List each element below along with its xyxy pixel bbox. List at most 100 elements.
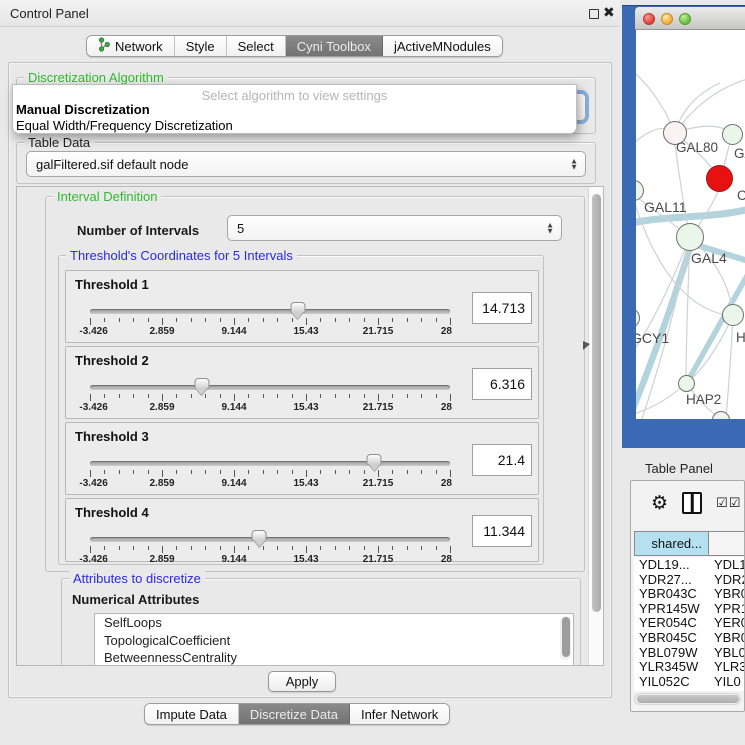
control-panel-title: Control Panel	[10, 6, 89, 21]
threshold-3-slider[interactable]	[90, 461, 450, 466]
number-of-intervals-value: 5	[237, 221, 244, 236]
table-data-combobox-value: galFiltered.sif default node	[36, 157, 188, 172]
columns-icon[interactable]	[682, 492, 702, 514]
number-of-intervals-combobox[interactable]: 5 ▲▼	[227, 215, 562, 241]
table-panel: ⚙ ☑☑ shared... na YDL19...YDL1 YDR27...Y…	[630, 480, 745, 712]
threshold-3-label: Threshold 3	[75, 429, 149, 444]
column-header-shared[interactable]: shared...	[634, 531, 709, 556]
tab-style[interactable]: Style	[175, 36, 227, 56]
threshold-1-panel: Threshold 1 -3.4262.8599.14415.4321.7152…	[65, 270, 539, 343]
slider-tick-labels: -3.4262.8599.14415.4321.71528	[90, 402, 450, 414]
tab-discretize-data[interactable]: Discretize Data	[239, 704, 350, 724]
slider-thumb[interactable]	[290, 302, 305, 313]
gear-icon[interactable]: ⚙	[651, 494, 668, 513]
slider-thumb[interactable]	[194, 378, 209, 389]
table-data-group-title: Table Data	[24, 135, 94, 150]
network-window-titlebar[interactable]	[635, 7, 745, 30]
threshold-2-value-field[interactable]: 6.316	[472, 368, 532, 400]
threshold-1-value-field[interactable]: 14.713	[472, 292, 532, 324]
threshold-2-slider[interactable]	[90, 385, 450, 390]
threshold-1-label: Threshold 1	[75, 277, 149, 292]
table-panel-toolbar: ⚙ ☑☑	[631, 481, 744, 525]
node-label: C	[737, 188, 745, 203]
threshold-4-slider[interactable]	[90, 537, 450, 542]
close-traffic-light-icon[interactable]	[643, 13, 655, 25]
table-row[interactable]: YBL079WYBL0	[634, 645, 744, 660]
threshold-1-slider[interactable]	[90, 309, 450, 314]
horizontal-scrollbar[interactable]	[634, 693, 741, 705]
list-scrollbar[interactable]	[560, 616, 571, 660]
slider-thumb[interactable]	[252, 530, 267, 541]
attributes-group: Attributes to discretize Numerical Attri…	[61, 578, 581, 666]
network-node[interactable]	[722, 124, 743, 145]
tab-infer-network[interactable]: Infer Network	[350, 704, 449, 724]
column-header-name[interactable]: na	[709, 531, 745, 556]
numerical-attributes-heading: Numerical Attributes	[72, 592, 199, 607]
slider-ruler	[90, 470, 450, 478]
tab-network[interactable]: Network	[87, 36, 175, 56]
table-row[interactable]: YDL19...YDL1	[634, 557, 744, 572]
dropdown-item-manual-discretization[interactable]: Manual Discretization	[16, 102, 150, 117]
combo-arrows-icon: ▲▼	[546, 223, 554, 234]
tab-select[interactable]: Select	[227, 36, 286, 56]
slider-ruler	[90, 318, 450, 326]
dropdown-item-equal-width-frequency[interactable]: Equal Width/Frequency Discretization	[16, 118, 233, 133]
network-node-selected[interactable]	[706, 165, 733, 192]
table-panel-title: Table Panel	[645, 461, 713, 476]
table-row[interactable]: YDR27...YDR2	[634, 572, 744, 587]
list-item[interactable]: SelfLoops	[95, 614, 573, 632]
top-tab-bar: Network Style Select Cyni Toolbox jActiv…	[86, 35, 503, 57]
threshold-2-label: Threshold 2	[75, 353, 149, 368]
table-data-combobox[interactable]: galFiltered.sif default node ▲▼	[26, 151, 586, 177]
tab-cyni-toolbox[interactable]: Cyni Toolbox	[286, 36, 383, 56]
scrollbar-thumb[interactable]	[592, 194, 601, 612]
tab-impute-data[interactable]: Impute Data	[145, 704, 239, 724]
network-node[interactable]	[678, 375, 695, 392]
tab-jactivemnodules[interactable]: jActiveMNodules	[383, 36, 502, 56]
table-row[interactable]: YPR145WYPR1	[634, 601, 744, 616]
node-label: GAL4	[691, 250, 727, 266]
threshold-3-value-field[interactable]: 21.4	[472, 444, 532, 476]
threshold-2-panel: Threshold 2 -3.4262.8599.14415.4321.7152…	[65, 346, 539, 419]
network-view-canvas[interactable]: GAL80 GA C GAL11 GAL4 GCY1 H HAP2	[636, 30, 745, 419]
interval-definition-group: Interval Definition Number of Intervals …	[45, 196, 585, 572]
network-node[interactable]	[676, 223, 704, 251]
slider-thumb[interactable]	[367, 454, 382, 465]
table-row[interactable]: YLR345WYLR3	[634, 659, 744, 674]
table-row[interactable]: YBR043CYBR0	[634, 586, 744, 601]
algorithm-dropdown-popup: Select algorithm to view settings Manual…	[12, 84, 577, 134]
node-label: GAL11	[644, 199, 687, 215]
apply-button[interactable]: Apply	[268, 671, 336, 692]
list-item[interactable]: BetweennessCentrality	[95, 649, 573, 666]
table-rows: YDL19...YDL1 YDR27...YDR2 YBR043CYBR0 YP…	[634, 557, 744, 691]
slider-tick-labels: -3.4262.8599.14415.4321.71528	[90, 554, 450, 566]
table-row[interactable]: YIL052CYIL0	[634, 674, 744, 689]
node-label: GCY1	[636, 330, 669, 346]
table-row[interactable]: YBR045CYBR0	[634, 630, 744, 645]
control-panel-titlebar	[0, 0, 620, 27]
dropdown-prompt: Select algorithm to view settings	[13, 88, 576, 103]
zoom-traffic-light-icon[interactable]	[679, 13, 691, 25]
numerical-attributes-list[interactable]: SelfLoops TopologicalCoefficient Between…	[94, 613, 574, 666]
settings-scrollpane: Interval Definition Number of Intervals …	[16, 186, 604, 666]
close-icon[interactable]: ✖	[603, 4, 615, 21]
table-header-row: shared... na	[634, 531, 745, 556]
list-item[interactable]: TopologicalCoefficient	[95, 632, 573, 650]
scrollbar-thumb[interactable]	[637, 695, 739, 703]
node-label: H	[736, 330, 745, 345]
slider-tick-labels: -3.4262.8599.14415.4321.71528	[90, 326, 450, 338]
float-window-icon[interactable]	[589, 9, 599, 19]
threshold-4-value-field[interactable]: 11.344	[472, 515, 532, 547]
thresholds-group: Threshold's Coordinates for 5 Intervals …	[58, 255, 544, 565]
network-icon	[98, 37, 110, 55]
slider-ruler	[90, 546, 450, 554]
mouse-cursor	[583, 341, 590, 350]
node-label: GAL80	[676, 140, 718, 155]
minimize-traffic-light-icon[interactable]	[661, 13, 673, 25]
network-node[interactable]	[722, 304, 744, 326]
combo-arrows-icon: ▲▼	[570, 159, 578, 170]
threshold-4-panel: Threshold 4 -3.4262.8599.14415.4321.7152…	[65, 498, 539, 562]
vertical-scrollbar[interactable]	[588, 187, 603, 665]
checkbox-icons[interactable]: ☑☑	[716, 495, 741, 511]
table-row[interactable]: YER054CYER0	[634, 615, 744, 630]
